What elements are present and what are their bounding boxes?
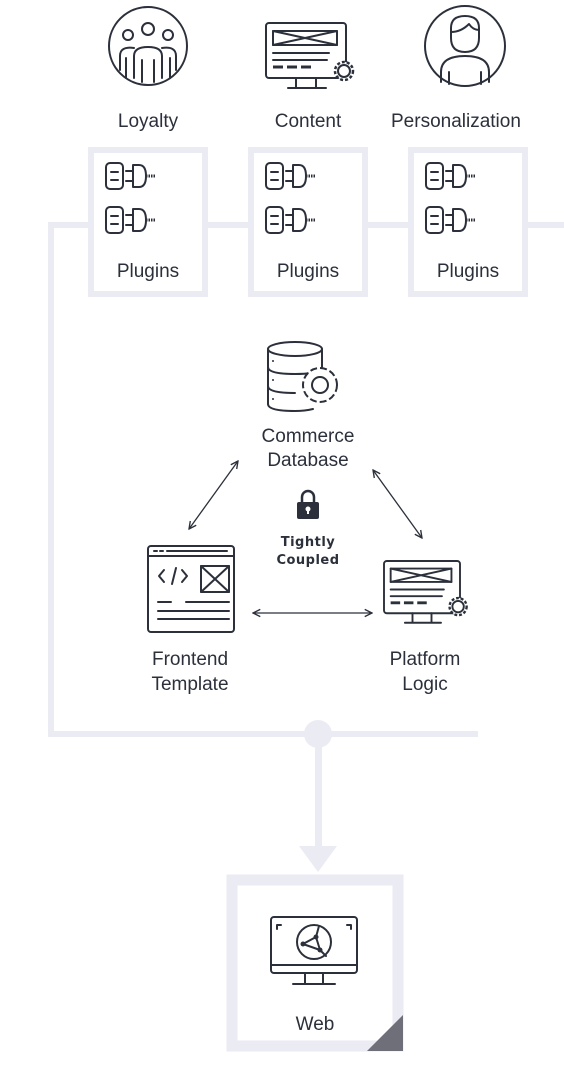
web-output-box: Web xyxy=(226,874,404,1052)
down-arrow-icon xyxy=(299,846,337,872)
frontend-label-line2: Template xyxy=(151,674,228,695)
plugin-box-content: Plugins xyxy=(248,147,368,297)
monitor-gear-icon xyxy=(264,21,355,90)
plugin-box-personalization: Plugins xyxy=(408,147,528,297)
service-label-loyalty: Loyalty xyxy=(118,111,179,132)
coupling-label-line2: Coupled xyxy=(276,553,339,568)
frontend-label-line1: Frontend xyxy=(152,649,228,670)
db-frontend-arrow xyxy=(189,461,238,529)
plugin-label: Plugins xyxy=(277,261,339,282)
group-of-people-icon xyxy=(108,6,188,86)
database-gear-icon xyxy=(267,341,338,412)
platform-label-line1: Platform xyxy=(390,649,461,670)
db-platform-arrow xyxy=(373,470,422,538)
architecture-diagram: Loyalty Content Personalization Plugins … xyxy=(48,5,564,1052)
web-label: Web xyxy=(296,1014,335,1035)
monitor-gear-icon xyxy=(382,559,469,625)
plugin-label: Plugins xyxy=(117,261,179,282)
plugin-label: Plugins xyxy=(437,261,499,282)
person-icon xyxy=(424,5,506,87)
plugin-box-loyalty: Plugins xyxy=(88,147,208,297)
coupling-label-line1: Tightly xyxy=(281,535,336,550)
lock-icon xyxy=(297,489,319,519)
service-label-content: Content xyxy=(275,111,342,132)
platform-label-line2: Logic xyxy=(402,674,447,695)
database-label-line2: Database xyxy=(267,450,348,471)
code-template-icon xyxy=(147,545,235,633)
database-label-line1: Commerce xyxy=(262,426,355,447)
service-label-personalization: Personalization xyxy=(391,111,521,132)
